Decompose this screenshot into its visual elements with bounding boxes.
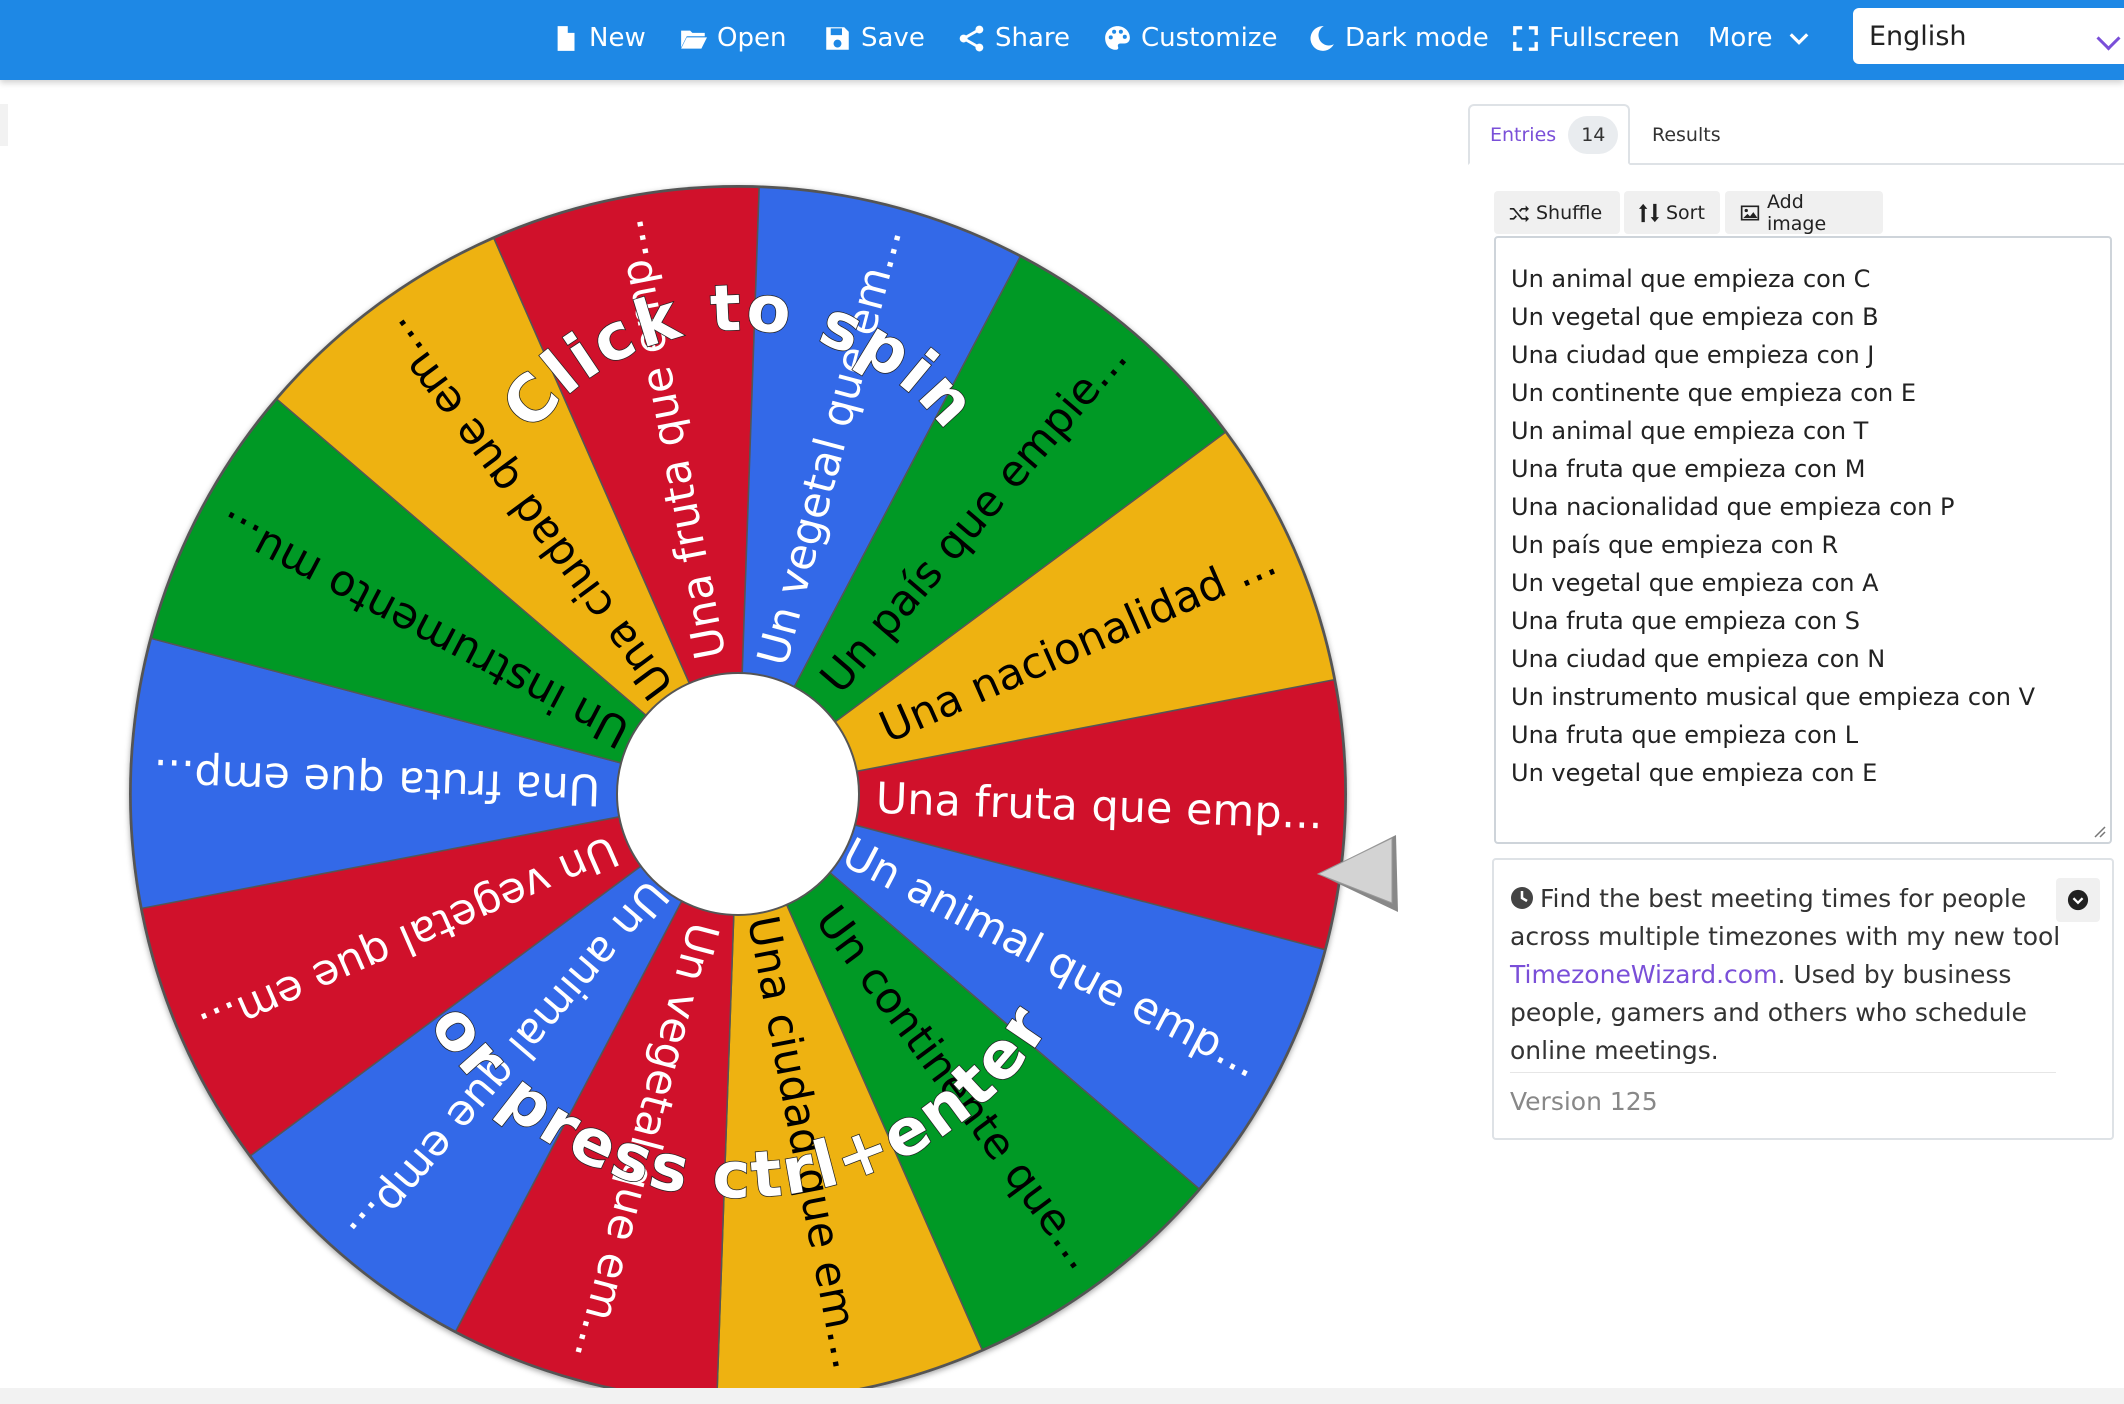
wheel-center <box>616 672 860 916</box>
add-image-button[interactable]: Add image <box>1725 191 1883 235</box>
new-button[interactable]: New <box>552 0 646 76</box>
entries-textarea[interactable]: Un animal que empieza con C Un vegetal qu… <box>1494 236 2112 844</box>
entries-list: Un animal que empieza con C Un vegetal qu… <box>1511 260 2095 792</box>
chevron-down-icon <box>1788 27 1810 49</box>
save-button[interactable]: Save <box>824 0 925 76</box>
customize-button[interactable]: Customize <box>1104 0 1277 76</box>
entries-count-badge: 14 <box>1568 115 1619 154</box>
entry-line: Un país que empieza con R <box>1511 531 1839 559</box>
resize-handle-icon[interactable] <box>2092 824 2106 838</box>
share-icon <box>958 25 985 52</box>
entry-line: Una ciudad que empieza con J <box>1511 341 1875 369</box>
chevron-down-icon <box>2096 26 2121 51</box>
sidebar-tabs: Entries 14 Results <box>1468 104 2124 165</box>
collapse-info-button[interactable] <box>2056 878 2100 922</box>
floppy-disk-icon <box>824 25 851 52</box>
sort-button[interactable]: Sort <box>1624 191 1720 234</box>
bottom-edge <box>0 1388 2124 1404</box>
shuffle-icon <box>1509 203 1529 223</box>
entry-line: Una fruta que empieza con L <box>1511 721 1859 749</box>
entry-line: Una nacionalidad que empieza con P <box>1511 493 1955 521</box>
tab-results[interactable]: Results <box>1652 104 1721 165</box>
entry-line: Un instrumento musical que empieza con V <box>1511 683 2036 711</box>
info-message: Find the best meeting times for people a… <box>1510 884 2061 1065</box>
entry-line: Un vegetal que empieza con A <box>1511 569 1879 597</box>
moon-icon <box>1308 25 1335 52</box>
share-button[interactable]: Share <box>958 0 1070 76</box>
version-label: Version 125 <box>1510 1072 2056 1116</box>
sort-icon <box>1639 203 1659 223</box>
expand-icon <box>1512 25 1539 52</box>
dark-mode-button[interactable]: Dark mode <box>1308 0 1489 76</box>
top-navbar: New Open Save Share Customize Dark mode … <box>0 0 2124 80</box>
entry-line: Una fruta que empieza con M <box>1511 455 1866 483</box>
open-button[interactable]: Open <box>680 0 786 76</box>
image-icon <box>1740 203 1760 223</box>
entry-line: Un vegetal que empieza con E <box>1511 759 1878 787</box>
folder-open-icon <box>680 25 707 52</box>
more-menu-button[interactable]: More <box>1708 0 1810 76</box>
file-icon <box>552 25 579 52</box>
entry-line: Una fruta que empieza con S <box>1511 607 1860 635</box>
language-select[interactable]: English <box>1853 8 2124 64</box>
entry-line: Una ciudad que empieza con N <box>1511 645 1886 673</box>
palette-icon <box>1104 25 1131 52</box>
info-card: Find the best meeting times for people a… <box>1492 858 2114 1140</box>
timezonewizard-link[interactable]: TimezoneWizard.com <box>1510 960 1777 989</box>
entry-line: Un vegetal que empieza con B <box>1511 303 1879 331</box>
clock-icon <box>1511 887 1533 909</box>
entry-line: Un animal que empieza con C <box>1511 265 1871 293</box>
fullscreen-button[interactable]: Fullscreen <box>1512 0 1680 76</box>
tab-entries[interactable]: Entries 14 <box>1468 104 1630 165</box>
spinning-wheel[interactable]: Una fruta que emp...Un animal que emp...… <box>0 80 1440 1388</box>
chevron-down-circle-icon <box>2067 889 2089 911</box>
entry-line: Un animal que empieza con T <box>1511 417 1869 445</box>
entry-line: Un continente que empieza con E <box>1511 379 1917 407</box>
shuffle-button[interactable]: Shuffle <box>1494 191 1620 234</box>
